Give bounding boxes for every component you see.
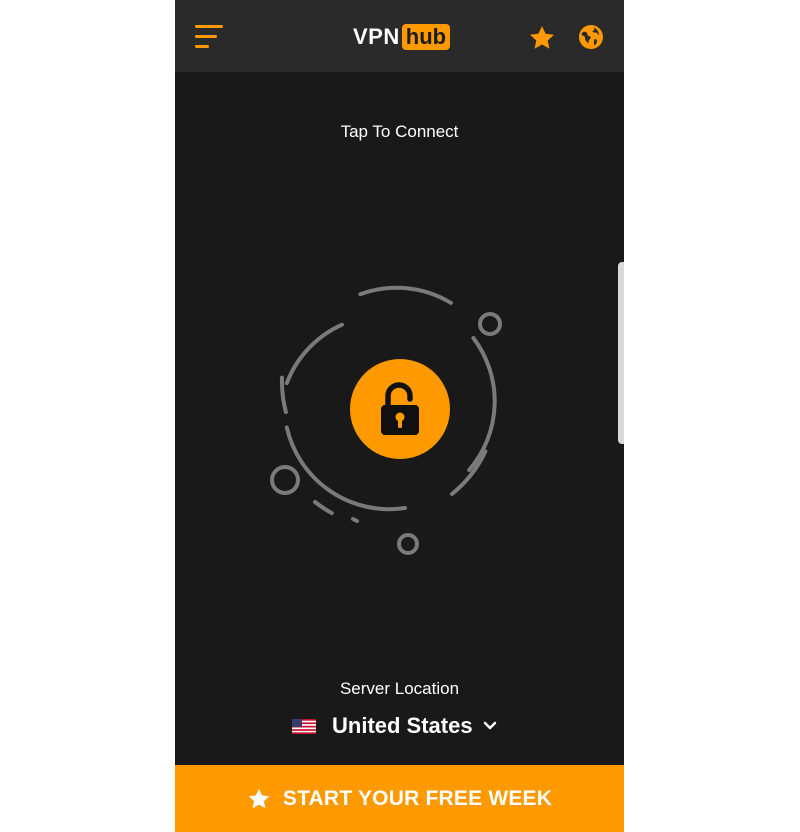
us-flag-icon [292, 718, 316, 734]
menu-icon [195, 25, 223, 48]
star-icon [248, 788, 270, 808]
start-free-week-button[interactable]: START YOUR FREE WEEK [175, 765, 624, 832]
connect-button[interactable] [350, 359, 450, 459]
favorites-button[interactable] [528, 24, 556, 52]
app-logo: VPN hub [353, 22, 451, 52]
side-drawer-handle[interactable] [618, 262, 624, 444]
chevron-down-icon [483, 721, 496, 730]
server-location-selector[interactable]: United States [292, 710, 497, 742]
top-bar: VPN hub [175, 0, 624, 72]
app-screen: VPN hub Tap To Connect Server Location U… [175, 0, 624, 832]
connection-status-text: Tap To Connect [340, 122, 459, 141]
server-map-button[interactable] [578, 24, 604, 50]
selected-country: United States [332, 713, 473, 738]
unlocked-padlock-icon [381, 382, 419, 435]
cta-label: START YOUR FREE WEEK [282, 786, 553, 810]
logo-text-hub: hub [401, 24, 451, 50]
star-icon [529, 26, 555, 49]
server-location-label: Server Location [339, 679, 460, 698]
globe-icon [579, 25, 603, 49]
logo-text-vpn: VPN [353, 24, 400, 49]
menu-button[interactable] [193, 22, 227, 52]
